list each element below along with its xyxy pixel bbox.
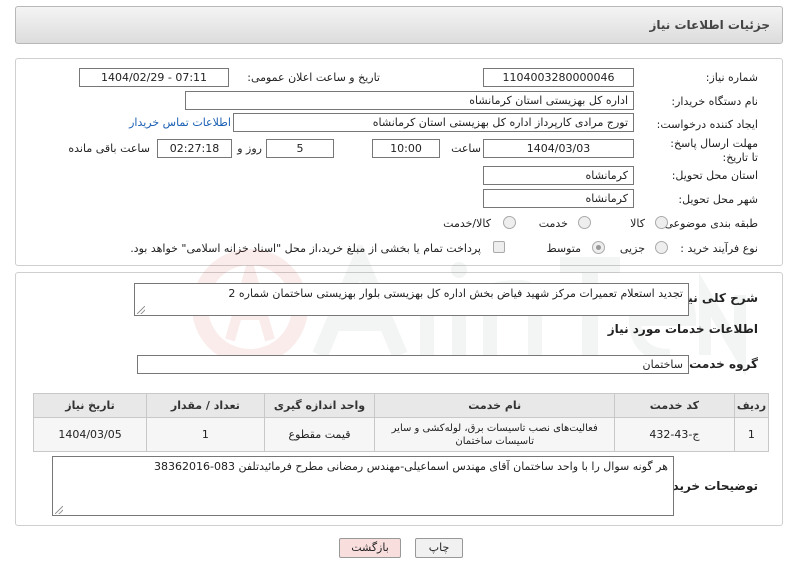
table-row: 1 ج-43-432 فعالیت‌های نصب تاسیسات برق، ل… xyxy=(32,417,770,452)
deadline-date-field[interactable]: 1404/03/03 xyxy=(483,139,634,158)
category-radio-goods-service[interactable] xyxy=(503,216,516,229)
summary-textarea[interactable]: تجدید استعلام تعمیرات مرکز شهید فیاض بخش… xyxy=(134,283,689,316)
category-option-service: خدمت xyxy=(538,217,568,230)
days-label: روز و xyxy=(237,142,262,155)
remaining-label: ساعت باقی مانده xyxy=(68,142,150,155)
cell-need-date: 1404/03/05 xyxy=(32,417,148,452)
cell-row-number: 1 xyxy=(733,417,770,452)
resize-grip-icon[interactable] xyxy=(137,306,145,314)
service-group-label: گروه خدمت: xyxy=(684,357,758,371)
announce-label: تاریخ و ساعت اعلان عمومی: xyxy=(247,71,380,84)
print-button[interactable]: چاپ xyxy=(415,538,463,558)
buyer-org-field[interactable]: اداره کل بهزیستی استان کرمانشاه xyxy=(185,91,634,110)
cell-service-name: فعالیت‌های نصب تاسیسات برق، لوله‌کشی و س… xyxy=(374,417,616,452)
city-label: شهر محل تحویل: xyxy=(678,193,758,206)
deadline-time-field[interactable]: 10:00 xyxy=(372,139,440,158)
services-heading: اطلاعات خدمات مورد نیاز xyxy=(607,322,758,336)
days-field[interactable]: 5 xyxy=(266,139,334,158)
summary-text: تجدید استعلام تعمیرات مرکز شهید فیاض بخش… xyxy=(228,287,683,300)
col-row-number: ردیف xyxy=(733,393,770,418)
province-field[interactable]: کرمانشاه xyxy=(483,166,634,185)
col-service-name: نام خدمت xyxy=(374,393,616,418)
panel-header: جزئیات اطلاعات نیاز xyxy=(15,6,783,44)
col-unit: واحد اندازه گیری xyxy=(263,393,376,418)
buyer-notes-textarea[interactable]: هر گونه سوال را با واحد ساختمان آقای مهن… xyxy=(52,456,674,516)
buyer-notes-text: هر گونه سوال را با واحد ساختمان آقای مهن… xyxy=(153,460,668,473)
need-number-field[interactable]: 1104003280000046 xyxy=(483,68,634,87)
time-label: ساعت xyxy=(451,142,481,155)
category-radio-service[interactable] xyxy=(578,216,591,229)
cell-service-code: ج-43-432 xyxy=(614,417,735,452)
category-label: طبقه بندی موضوعی: xyxy=(660,217,758,230)
province-label: استان محل تحویل: xyxy=(671,169,758,182)
col-quantity: تعداد / مقدار xyxy=(146,393,265,418)
category-option-goods-service: کالا/خدمت xyxy=(443,217,491,230)
deadline-label: مهلت ارسال پاسخ: تا تاریخ: xyxy=(670,137,758,164)
remaining-time-field[interactable]: 02:27:18 xyxy=(157,139,232,158)
panel-title: جزئیات اطلاعات نیاز xyxy=(649,18,770,32)
services-table: ردیف کد خدمت نام خدمت واحد اندازه گیری ت… xyxy=(32,393,770,452)
service-group-field[interactable]: ساختمان xyxy=(137,355,689,374)
requester-label: ایجاد کننده درخواست: xyxy=(656,118,758,131)
resize-grip-icon[interactable] xyxy=(55,506,63,514)
cell-quantity: 1 xyxy=(146,417,265,452)
category-option-goods: کالا xyxy=(630,217,645,230)
buyer-org-label: نام دستگاه خریدار: xyxy=(671,95,758,108)
back-button[interactable]: بازگشت xyxy=(339,538,401,558)
cell-unit: قیمت مقطوع xyxy=(263,417,376,452)
col-service-code: کد خدمت xyxy=(614,393,735,418)
buyer-contact-link[interactable]: اطلاعات تماس خریدار xyxy=(129,116,231,129)
need-number-label: شماره نیاز: xyxy=(705,71,758,84)
table-header-row: ردیف کد خدمت نام خدمت واحد اندازه گیری ت… xyxy=(32,393,770,418)
col-need-date: تاریخ نیاز xyxy=(32,393,148,418)
requester-field[interactable]: تورج مرادی کارپرداز اداره کل بهزیستی است… xyxy=(233,113,634,132)
announce-field[interactable]: 1404/02/29 - 07:11 xyxy=(79,68,229,87)
category-radio-goods[interactable] xyxy=(655,216,668,229)
city-field[interactable]: کرمانشاه xyxy=(483,189,634,208)
